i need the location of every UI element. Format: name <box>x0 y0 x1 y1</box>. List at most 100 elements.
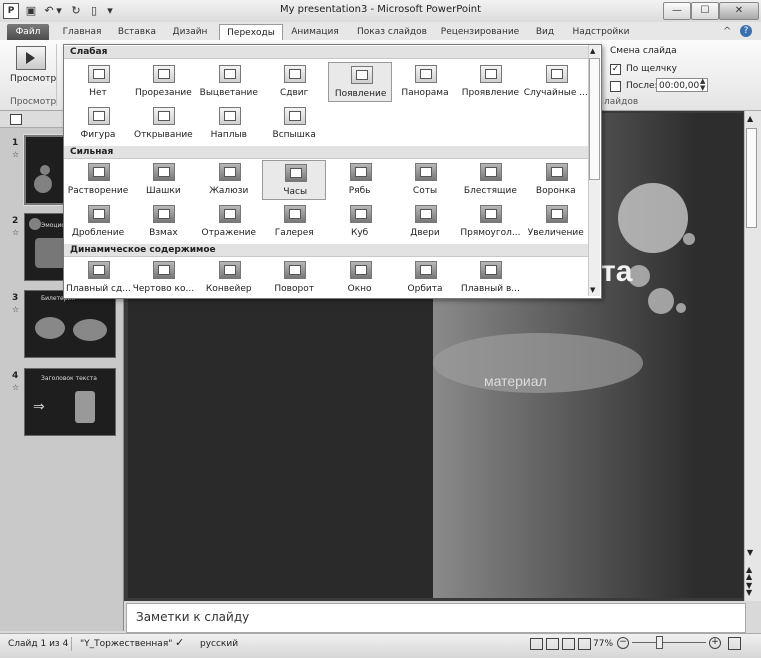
transition-option[interactable]: Панорама <box>393 62 457 102</box>
reading-view-icon[interactable] <box>562 638 575 650</box>
zoom-in-icon[interactable]: + <box>709 637 721 649</box>
tab-home[interactable]: Главная <box>57 24 107 40</box>
transition-icon <box>153 65 176 83</box>
ribbon-minimize-icon[interactable]: ^ <box>723 26 731 37</box>
transition-option[interactable]: Плавный в... <box>458 258 522 298</box>
slide-thumbnail-3[interactable]: Билетерия <box>24 290 116 358</box>
transition-option[interactable]: Орбита <box>393 258 457 298</box>
tab-view[interactable]: Вид <box>530 24 560 40</box>
gallery-scroll-down-icon[interactable]: ▼ <box>590 286 595 294</box>
after-checkbox[interactable] <box>610 81 621 92</box>
transition-label: Чертово ко... <box>132 284 195 294</box>
gallery-scroll-thumb[interactable] <box>589 58 600 180</box>
transition-option[interactable]: Шашки <box>131 160 195 200</box>
transition-option[interactable]: Случайные ... <box>524 62 588 102</box>
transition-option[interactable]: Отражение <box>197 202 261 242</box>
tab-review[interactable]: Рецензирование <box>438 24 522 40</box>
help-icon[interactable]: ? <box>740 25 752 37</box>
transition-icon <box>153 205 176 223</box>
transition-option[interactable]: Взмах <box>131 202 195 242</box>
language-indicator[interactable]: русский <box>200 639 238 649</box>
zoom-slider[interactable] <box>632 642 706 643</box>
preview-icon[interactable] <box>16 46 46 70</box>
transition-icon <box>218 261 241 279</box>
tab-file[interactable]: Файл <box>7 24 49 40</box>
transition-option[interactable]: Вспышка <box>262 104 326 144</box>
transition-label: Галерея <box>274 228 314 238</box>
transition-icon <box>284 205 307 223</box>
transition-label: Прямоугол... <box>460 228 521 238</box>
transition-star-icon: ☆ <box>12 228 20 237</box>
tab-transitions[interactable]: Переходы <box>219 24 283 41</box>
section-dynamic: Динамическое содержимое <box>64 244 588 257</box>
on-click-checkbox[interactable]: ✓ <box>610 64 621 75</box>
transition-option[interactable]: Дробление <box>66 202 130 242</box>
normal-view-icon[interactable] <box>530 638 543 650</box>
tab-insert[interactable]: Вставка <box>112 24 162 40</box>
transition-option[interactable]: Фигура <box>66 104 130 144</box>
transition-option[interactable]: Растворение <box>66 160 130 200</box>
transition-option[interactable]: Нет <box>66 62 130 102</box>
transition-option[interactable]: Поворот <box>262 258 326 298</box>
transition-option[interactable]: Часы <box>262 160 327 200</box>
scroll-thumb[interactable] <box>746 128 757 228</box>
slide-subtitle[interactable]: материал <box>484 373 547 389</box>
time-spinner-icon[interactable]: ▲ ▼ <box>700 78 705 92</box>
transition-option[interactable]: Сдвиг <box>262 62 326 102</box>
slide-sorter-icon[interactable] <box>546 638 559 650</box>
prev-slide-icon[interactable]: ▲ ▲ <box>746 566 752 581</box>
tab-addins[interactable]: Надстройки <box>568 24 634 40</box>
transition-label: Двери <box>410 228 440 238</box>
next-slide-icon[interactable]: ▼ ▼ <box>746 582 752 597</box>
tab-design[interactable]: Дизайн <box>166 24 214 40</box>
transition-option[interactable]: Чертово ко... <box>131 258 195 298</box>
transition-option[interactable]: Куб <box>328 202 392 242</box>
scroll-down-icon[interactable]: ▼ <box>747 548 753 557</box>
slide-number: 1 <box>12 138 19 148</box>
preview-button[interactable]: Просмотр <box>10 74 56 84</box>
transition-icon <box>153 163 176 181</box>
slideshow-view-icon[interactable] <box>578 638 591 650</box>
transition-option[interactable]: Проявление <box>458 62 522 102</box>
transition-option[interactable]: Окно <box>328 258 392 298</box>
transition-option[interactable]: Рябь <box>328 160 392 200</box>
transition-option[interactable]: Увеличение <box>524 202 588 242</box>
slides-tab-icon[interactable] <box>10 114 22 125</box>
transition-option[interactable]: Воронка <box>524 160 588 200</box>
minimize-button[interactable]: — <box>663 2 691 20</box>
transition-option[interactable]: Прорезание <box>131 62 195 102</box>
transition-option[interactable]: Выцветание <box>197 62 261 102</box>
transition-option[interactable]: Двери <box>393 202 457 242</box>
transition-option[interactable]: Блестящие <box>458 160 522 200</box>
fit-to-window-icon[interactable] <box>728 637 741 650</box>
transition-label: Вспышка <box>272 130 316 140</box>
transition-star-icon: ☆ <box>12 305 20 314</box>
tab-slideshow[interactable]: Показ слайдов <box>352 24 432 40</box>
transition-option[interactable]: Соты <box>393 160 457 200</box>
tab-animation[interactable]: Анимация <box>285 24 345 40</box>
transition-option[interactable]: Галерея <box>262 202 326 242</box>
thumb-caption: Заголовок текста <box>41 375 97 382</box>
spellcheck-icon[interactable]: ✓ <box>175 636 184 649</box>
zoom-level[interactable]: 77% <box>593 639 613 649</box>
transition-option[interactable]: Наплыв <box>197 104 261 144</box>
transition-label: Часы <box>283 187 308 197</box>
slide-title[interactable]: та <box>601 255 632 289</box>
close-window-button[interactable]: ✕ <box>719 2 759 20</box>
transition-label: Воронка <box>535 186 576 196</box>
maximize-button[interactable]: ☐ <box>691 2 719 20</box>
transition-option[interactable]: Открывание <box>131 104 195 144</box>
transition-option[interactable]: Жалюзи <box>197 160 261 200</box>
theme-name[interactable]: "Y_Торжественная" <box>80 639 172 649</box>
scroll-up-icon[interactable]: ▲ <box>747 114 753 123</box>
transition-icon <box>88 205 110 223</box>
zoom-slider-handle[interactable] <box>656 636 663 649</box>
transition-option[interactable]: Конвейер <box>197 258 261 298</box>
transition-option[interactable]: Плавный сд... <box>66 258 130 298</box>
transition-option[interactable]: Появление <box>327 62 392 102</box>
transition-label: Проявление <box>461 88 520 98</box>
transition-option[interactable]: Прямоугол... <box>458 202 522 242</box>
gallery-scroll-up-icon[interactable]: ▲ <box>590 47 595 55</box>
slide-thumbnail-4[interactable]: Заголовок текста ⇒ <box>24 368 116 436</box>
zoom-out-icon[interactable]: − <box>617 637 629 649</box>
